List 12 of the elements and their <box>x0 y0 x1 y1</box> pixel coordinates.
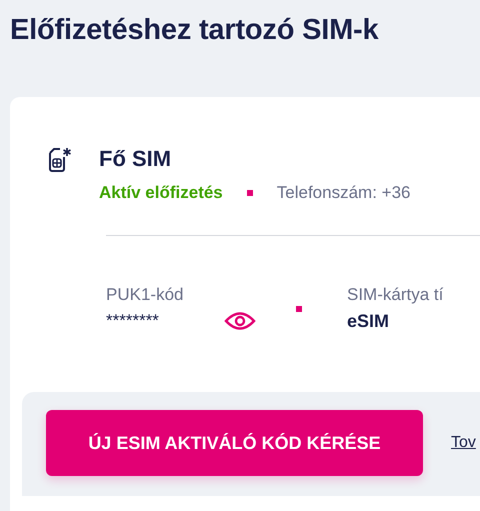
subscription-status: Aktív előfizetés <box>99 183 223 203</box>
phone-number-label: Telefonszám: +36 <box>276 183 410 203</box>
more-link[interactable]: Tov <box>451 434 476 452</box>
sim-card-icon <box>48 147 72 173</box>
request-code-button[interactable]: ÚJ ESIM AKTIVÁLÓ KÓD KÉRÉSE <box>46 410 423 476</box>
detail-label: PUK1-kód <box>106 284 184 306</box>
detail-label: SIM-kártya tí <box>347 284 444 306</box>
sim-type-value: eSIM <box>347 310 390 333</box>
sim-name: Fő SIM <box>99 145 172 173</box>
masked-code: ******** <box>106 310 160 332</box>
page-title: Előfizetéshez tartozó SIM-k <box>9 13 380 48</box>
eye-icon[interactable] <box>224 310 256 332</box>
